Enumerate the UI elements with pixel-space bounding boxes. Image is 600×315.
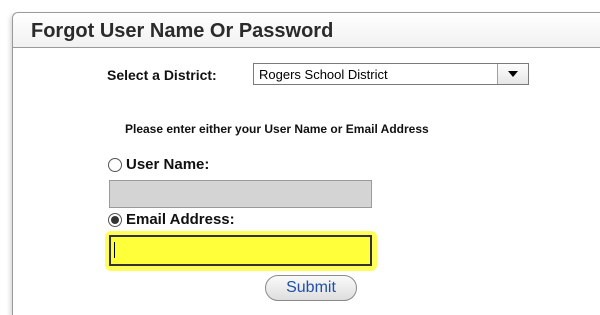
email-radio[interactable] [108,213,122,227]
page-title: Forgot User Name Or Password [31,20,334,42]
username-radio[interactable] [108,158,122,172]
district-selected-value: Rogers School District [259,67,388,82]
submit-button[interactable]: Submit [265,275,357,301]
forgot-credentials-panel: Forgot User Name Or Password Select a Di… [12,12,600,315]
email-input[interactable] [109,235,372,266]
district-dropdown-button[interactable] [497,64,528,84]
chevron-down-icon [508,71,518,77]
panel-header: Forgot User Name Or Password [13,13,600,48]
email-label: Email Address: [126,211,235,228]
text-caret [114,242,115,258]
username-label: User Name: [126,156,210,173]
instructions-text: Please enter either your User Name or Em… [125,122,429,136]
district-select[interactable]: Rogers School District [253,63,529,85]
username-input[interactable] [109,180,372,208]
district-label: Select a District: [107,67,217,83]
